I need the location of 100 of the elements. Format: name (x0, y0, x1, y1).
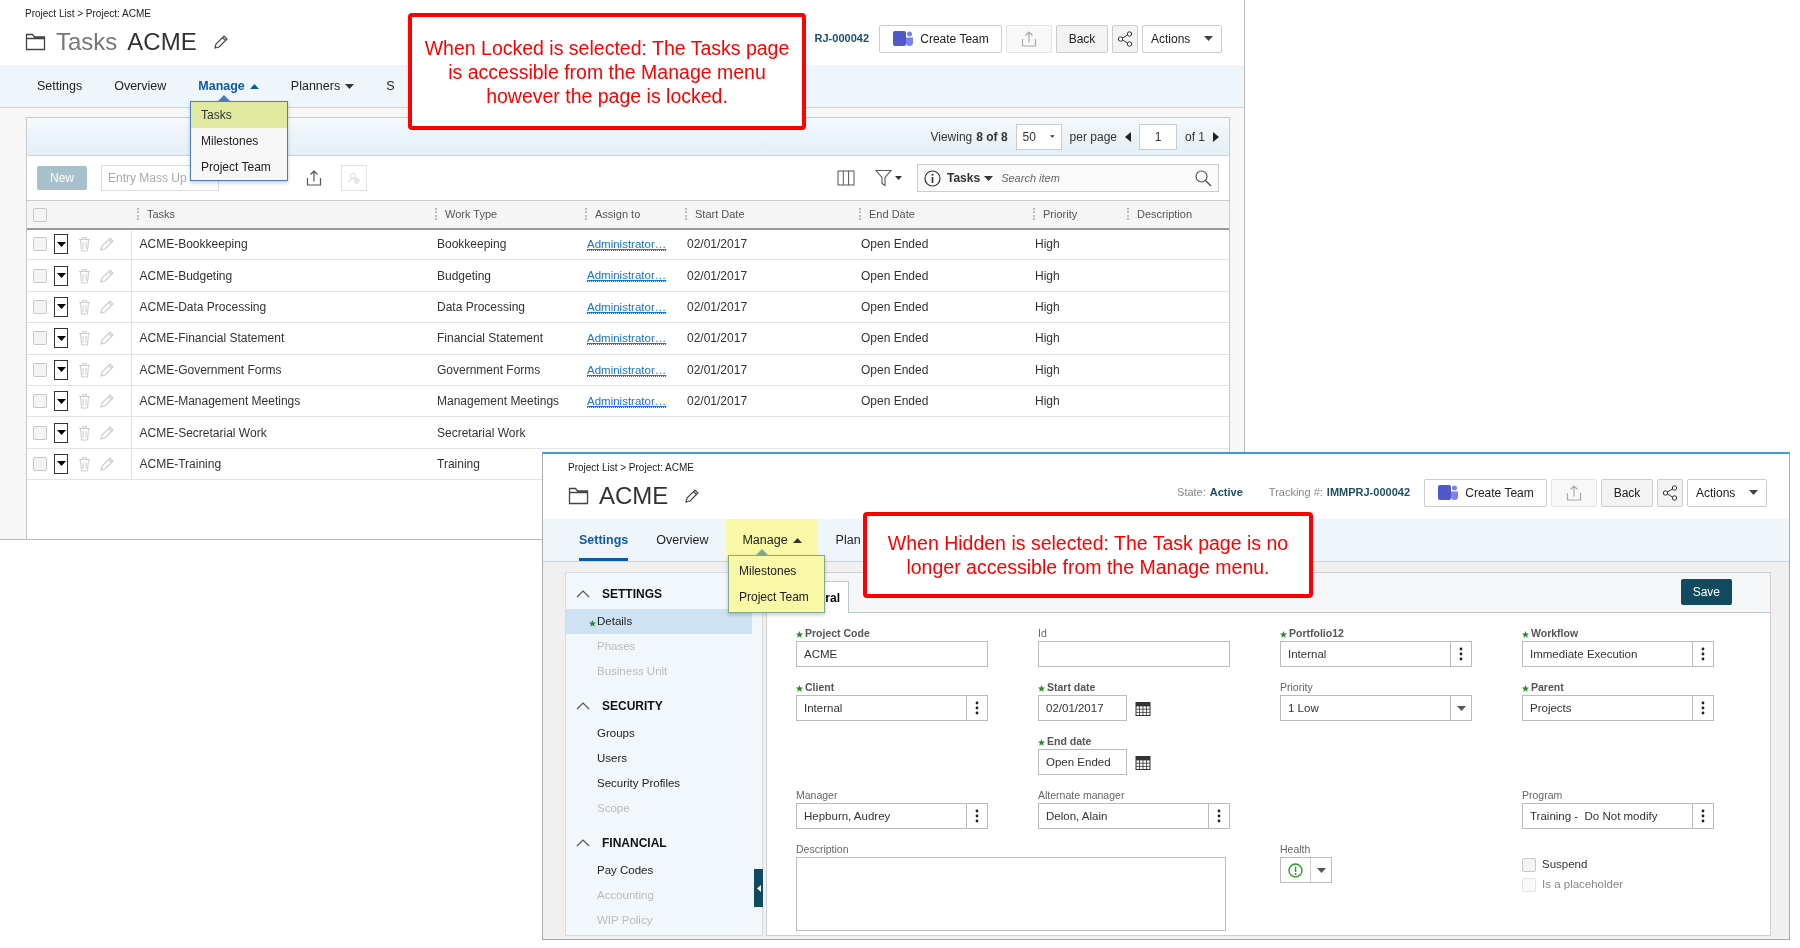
column-header[interactable]: Start Date (685, 208, 745, 220)
filter-button[interactable] (875, 169, 903, 187)
page-size-select[interactable]: 50 (1015, 123, 1062, 150)
calendar-button[interactable] (1135, 700, 1151, 716)
export-button[interactable] (305, 169, 323, 187)
description-field[interactable] (796, 857, 1226, 931)
pencil-icon (212, 34, 229, 50)
nav-tab[interactable]: Settings (37, 65, 83, 107)
more-button[interactable] (1692, 695, 1714, 721)
dropdown-button[interactable] (1450, 695, 1472, 721)
menu-item[interactable]: Tasks (191, 102, 287, 128)
sidebar-item[interactable]: Details (566, 609, 752, 634)
lookup-field[interactable]: Projects (1522, 695, 1692, 721)
lookup-field[interactable]: Delon, Alain (1038, 803, 1208, 829)
edit-title-button[interactable] (684, 488, 701, 504)
lookup-field[interactable]: Training - Do Not modify (1522, 803, 1692, 829)
more-button[interactable] (966, 695, 988, 721)
more-icon (975, 701, 979, 715)
nav-tab[interactable]: Plan (835, 519, 861, 561)
section-header[interactable]: SECURITY (566, 691, 673, 721)
menu-item[interactable]: Milestones (191, 128, 287, 154)
save-button[interactable]: Save (1680, 579, 1732, 605)
checkbox[interactable] (1522, 858, 1536, 872)
create-team-button[interactable]: Create Team (879, 24, 1002, 53)
more-button[interactable] (1208, 803, 1230, 829)
search-field[interactable]: Tasks Search item (917, 164, 1219, 192)
row-checkbox[interactable] (33, 268, 47, 283)
assignee-link[interactable]: Administrator… (587, 332, 667, 346)
assignee-link[interactable]: Administrator… (587, 269, 667, 283)
actions-button[interactable]: Actions (1687, 478, 1767, 507)
column-header[interactable]: Work Type (435, 208, 498, 220)
assignee-link[interactable]: Administrator… (587, 300, 667, 314)
date-field[interactable]: Open Ended (1038, 749, 1127, 775)
checkbox-label: Is a placeholder (1542, 877, 1624, 893)
nav-tab[interactable]: Overview (114, 65, 167, 107)
field-label: Description (796, 842, 849, 858)
nav-tab[interactable]: S (386, 65, 395, 107)
share-button[interactable] (1112, 24, 1138, 53)
select-all-checkbox[interactable] (33, 208, 47, 223)
row-menu-button[interactable] (54, 453, 68, 474)
lookup-field[interactable]: Immediate Execution (1522, 641, 1692, 667)
menu-item[interactable]: Project Team (729, 584, 824, 610)
back-button[interactable]: Back (1601, 478, 1653, 507)
row-menu-button[interactable] (54, 359, 68, 380)
lookup-field[interactable]: Hepburn, Audrey (796, 803, 966, 829)
more-button[interactable] (1450, 641, 1472, 667)
select-field[interactable]: 1 Low (1280, 695, 1450, 721)
sidebar-item[interactable]: Users (566, 746, 752, 771)
row-checkbox[interactable] (33, 362, 47, 377)
more-button[interactable] (1692, 803, 1714, 829)
next-page-button[interactable] (1213, 131, 1219, 142)
caret-icon (792, 537, 802, 543)
upload-icon (305, 169, 323, 187)
row-menu-button[interactable] (54, 391, 68, 412)
page-input[interactable]: 1 (1139, 123, 1177, 150)
lookup-field[interactable]: Internal (1280, 641, 1450, 667)
columns-button[interactable] (837, 170, 855, 186)
assignee-link[interactable]: Administrator… (587, 238, 667, 252)
row-menu-button[interactable] (54, 265, 68, 286)
create-team-button[interactable]: Create Team (1424, 478, 1547, 507)
sidebar-item[interactable]: Pay Codes (566, 858, 752, 883)
column-header[interactable]: Tasks (137, 208, 176, 220)
sidebar-item[interactable]: Groups (566, 721, 752, 746)
back-button[interactable]: Back (1056, 24, 1108, 53)
search-scope[interactable]: Tasks (947, 169, 981, 187)
row-checkbox[interactable] (33, 394, 47, 409)
previous-page-button[interactable] (1125, 131, 1131, 142)
row-menu-button[interactable] (54, 296, 68, 317)
row-menu-button[interactable] (54, 328, 68, 349)
row-checkbox[interactable] (33, 456, 47, 471)
row-checkbox[interactable] (33, 425, 47, 440)
section-header[interactable]: SETTINGS (566, 579, 672, 609)
nav-tab[interactable]: Planners (290, 65, 355, 107)
row-checkbox[interactable] (33, 299, 47, 314)
section-header[interactable]: FINANCIAL (566, 828, 677, 858)
column-header[interactable]: Priority (1033, 208, 1078, 220)
assignee-link[interactable]: Administrator… (587, 395, 667, 408)
text-field[interactable]: ACME (796, 641, 988, 667)
column-header[interactable]: End Date (859, 208, 915, 220)
row-checkbox[interactable] (33, 237, 47, 252)
health-select[interactable] (1280, 857, 1332, 883)
row-checkbox[interactable] (33, 331, 47, 346)
collapse-handle[interactable] (754, 869, 763, 907)
more-button[interactable] (966, 803, 988, 829)
actions-button[interactable]: Actions (1142, 24, 1222, 53)
menu-item[interactable]: Milestones (729, 558, 824, 584)
lookup-field[interactable]: Internal (796, 695, 966, 721)
caret-icon (56, 304, 66, 310)
text-field[interactable] (1038, 641, 1230, 667)
more-button[interactable] (1692, 641, 1714, 667)
date-field[interactable]: 02/01/2017 (1038, 695, 1127, 721)
edit-title-button[interactable] (212, 34, 229, 50)
calendar-button[interactable] (1135, 754, 1151, 770)
row-menu-button[interactable] (54, 234, 68, 255)
row-menu-button[interactable] (54, 422, 68, 443)
share-button[interactable] (1657, 478, 1683, 507)
nav-tab[interactable]: Settings (579, 519, 629, 561)
sidebar-item[interactable]: Security Profiles (566, 771, 752, 796)
assignee-link[interactable]: Administrator… (587, 363, 667, 377)
nav-tab[interactable]: Overview (656, 519, 709, 561)
